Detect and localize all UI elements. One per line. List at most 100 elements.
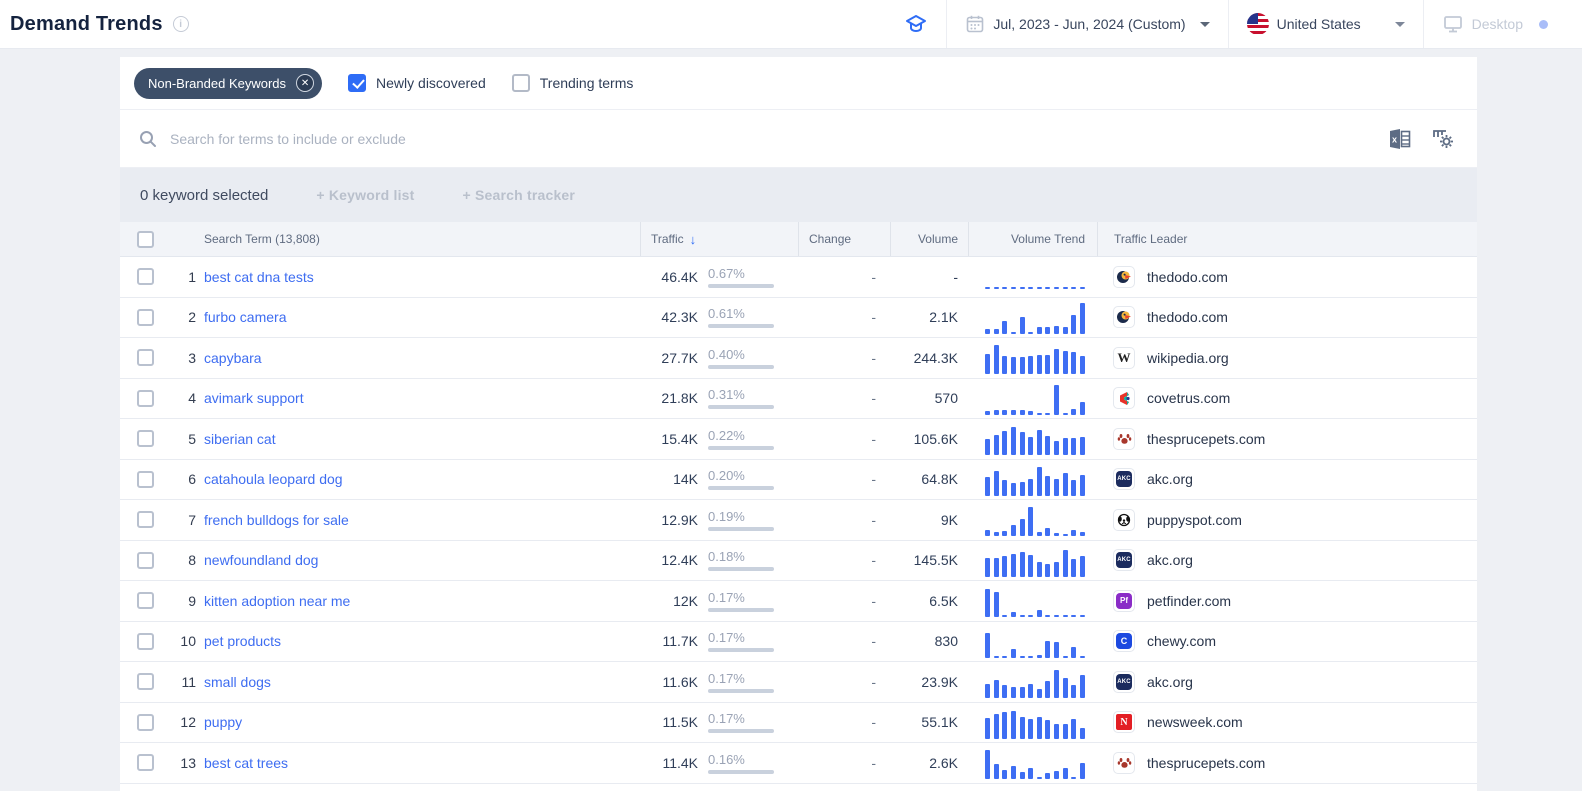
country-selector[interactable]: United States bbox=[1227, 0, 1423, 48]
selected-count: 0 keyword selected bbox=[140, 186, 269, 204]
volume-trend-cell bbox=[968, 301, 1097, 334]
search-term-column-header[interactable]: Search Term (13,808) bbox=[196, 222, 640, 256]
keyword-link[interactable]: catahoula leopard dog bbox=[204, 471, 343, 487]
traffic-leader-cell: thedodo.com bbox=[1097, 265, 1477, 288]
search-tracker-button[interactable]: + Search tracker bbox=[463, 187, 576, 203]
svg-text:x: x bbox=[1392, 134, 1397, 144]
volume-trend-cell bbox=[968, 746, 1097, 780]
row-checkbox[interactable] bbox=[136, 389, 154, 407]
volume-value: 145.5K bbox=[913, 552, 958, 569]
traffic-cell: 12K 0.17% bbox=[640, 590, 798, 612]
academy-button[interactable] bbox=[886, 0, 946, 48]
keyword-link[interactable]: kitten adoption near me bbox=[204, 593, 350, 609]
leader-domain-link[interactable]: thedodo.com bbox=[1147, 309, 1228, 325]
traffic-share: 0.61% bbox=[708, 306, 745, 322]
leader-favicon bbox=[1113, 306, 1135, 329]
row-checkbox[interactable] bbox=[136, 632, 154, 650]
keyword-link[interactable]: newfoundland dog bbox=[204, 552, 318, 568]
leader-domain-link[interactable]: wikipedia.org bbox=[1147, 350, 1229, 366]
volume-trend-chart bbox=[985, 463, 1085, 496]
volume-trend-cell bbox=[968, 260, 1097, 293]
volume-column-header[interactable]: Volume bbox=[890, 222, 968, 256]
traffic-share-bar bbox=[708, 607, 774, 612]
filter-chip-non-branded[interactable]: Non-Branded Keywords ✕ bbox=[134, 67, 323, 99]
row-rank: 8 bbox=[188, 552, 196, 569]
search-icon bbox=[140, 130, 156, 147]
row-checkbox[interactable] bbox=[136, 673, 154, 691]
row-checkbox[interactable] bbox=[136, 754, 154, 772]
keyword-link[interactable]: avimark support bbox=[204, 390, 304, 406]
row-checkbox[interactable] bbox=[136, 551, 154, 569]
volume-value: 55.1K bbox=[921, 714, 958, 731]
leader-domain-link[interactable]: newsweek.com bbox=[1147, 714, 1243, 730]
volume-trend-cell bbox=[968, 503, 1097, 537]
traffic-value: 11.5K bbox=[662, 714, 698, 731]
trending-terms-checkbox[interactable] bbox=[511, 74, 530, 92]
newly-discovered-checkbox[interactable] bbox=[348, 74, 367, 92]
volume-trend-column-header[interactable]: Volume Trend bbox=[968, 222, 1097, 256]
leader-domain-link[interactable]: akc.org bbox=[1147, 471, 1193, 487]
traffic-cell: 21.8K 0.31% bbox=[640, 387, 798, 410]
row-checkbox[interactable] bbox=[136, 470, 154, 488]
traffic-column-header[interactable]: Traffic ↓ bbox=[640, 222, 798, 256]
volume-trend-cell bbox=[968, 665, 1097, 699]
leader-favicon: AKC bbox=[1113, 549, 1135, 572]
traffic-cell: 27.7K 0.40% bbox=[640, 347, 798, 369]
keyword-link[interactable]: siberian cat bbox=[204, 431, 276, 447]
change-value: - bbox=[871, 552, 876, 569]
newly-discovered-label: Newly discovered bbox=[376, 75, 486, 91]
row-checkbox[interactable] bbox=[136, 349, 154, 367]
keyword-link[interactable]: best cat trees bbox=[204, 755, 288, 771]
date-range-picker[interactable]: Jul, 2023 - Jun, 2024 (Custom) bbox=[946, 0, 1227, 48]
keyword-link[interactable]: furbo camera bbox=[204, 309, 286, 325]
newly-discovered-checkbox-group[interactable]: Newly discovered bbox=[348, 74, 486, 92]
leader-domain-link[interactable]: puppyspot.com bbox=[1147, 512, 1242, 528]
leader-domain-link[interactable]: covetrus.com bbox=[1147, 390, 1230, 406]
traffic-share-bar bbox=[708, 526, 774, 531]
traffic-share-bar bbox=[708, 364, 774, 369]
device-selector[interactable]: Desktop bbox=[1422, 0, 1582, 48]
keyword-link[interactable]: french bulldogs for sale bbox=[204, 512, 349, 528]
trending-terms-checkbox-group[interactable]: Trending terms bbox=[511, 74, 633, 92]
change-column-header[interactable]: Change bbox=[798, 222, 890, 256]
traffic-leader-column-header[interactable]: Traffic Leader bbox=[1097, 222, 1477, 256]
row-checkbox[interactable] bbox=[136, 308, 154, 326]
keyword-link[interactable]: capybara bbox=[204, 350, 262, 366]
leader-domain-link[interactable]: thedodo.com bbox=[1147, 269, 1228, 285]
leader-domain-link[interactable]: thesprucepets.com bbox=[1147, 431, 1265, 447]
leader-favicon: C bbox=[1113, 630, 1135, 653]
row-checkbox[interactable] bbox=[136, 430, 154, 448]
excel-export-icon[interactable]: x bbox=[1387, 127, 1413, 151]
leader-favicon: AKC bbox=[1113, 670, 1135, 693]
keyword-link[interactable]: best cat dna tests bbox=[204, 269, 314, 285]
leader-domain-link[interactable]: chewy.com bbox=[1147, 633, 1216, 649]
change-value: - bbox=[871, 592, 876, 609]
leader-domain-link[interactable]: thesprucepets.com bbox=[1147, 755, 1265, 771]
leader-domain-link[interactable]: akc.org bbox=[1147, 552, 1193, 568]
search-bar: x bbox=[120, 110, 1477, 168]
keyword-link[interactable]: small dogs bbox=[204, 674, 271, 690]
change-value: - bbox=[871, 714, 876, 731]
row-checkbox[interactable] bbox=[136, 713, 154, 731]
volume-value: 570 bbox=[934, 390, 958, 407]
row-checkbox[interactable] bbox=[136, 592, 154, 610]
leader-domain-link[interactable]: akc.org bbox=[1147, 674, 1193, 690]
traffic-cell: 15.4K 0.22% bbox=[640, 428, 798, 450]
remove-filter-icon[interactable]: ✕ bbox=[296, 74, 315, 92]
volume-trend-cell bbox=[968, 706, 1097, 739]
leader-domain-link[interactable]: petfinder.com bbox=[1147, 593, 1231, 609]
keyword-link[interactable]: puppy bbox=[204, 714, 242, 730]
traffic-share-bar bbox=[708, 567, 774, 572]
volume-value: 2.6K bbox=[929, 754, 958, 771]
search-input[interactable] bbox=[170, 130, 1387, 147]
row-rank: 3 bbox=[188, 349, 196, 366]
select-all-checkbox[interactable] bbox=[136, 230, 154, 248]
info-icon[interactable]: i bbox=[172, 16, 189, 32]
column-settings-icon[interactable] bbox=[1431, 127, 1457, 151]
row-checkbox[interactable] bbox=[136, 268, 154, 286]
row-checkbox[interactable] bbox=[136, 511, 154, 529]
volume-value: 9K bbox=[940, 511, 958, 528]
keyword-link[interactable]: pet products bbox=[204, 633, 281, 649]
keyword-list-button[interactable]: + Keyword list bbox=[316, 187, 414, 203]
traffic-leader-cell: thedodo.com bbox=[1097, 306, 1477, 329]
